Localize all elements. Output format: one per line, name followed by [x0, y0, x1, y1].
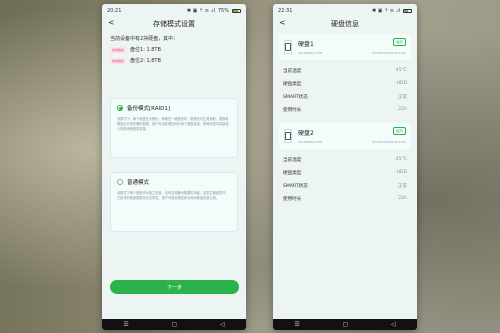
info-value: 22h	[398, 107, 407, 112]
disk-slot-1: 未初始化 盘位1: 1.8TB	[102, 46, 246, 53]
info-row: 硬盘类型 HDD	[273, 166, 417, 179]
disk-card-2: 硬盘2 S9L3M6BL1.8TB ST2000VN004-2E4164 运行	[279, 123, 411, 149]
status-icons: ✱ ▣ ⇡ ≋ .ıl	[371, 7, 400, 14]
info-label: 当前温度	[283, 68, 302, 74]
title-bar: < 存储模式设置	[102, 17, 246, 31]
mode-description: 该模式下两个硬盘作为独立的盘，没有互相备份数据的功能，如发生硬盘损坏，已损坏的硬…	[117, 191, 229, 200]
battery-percent: 75%	[217, 7, 229, 14]
status-time: 22:31	[278, 7, 293, 14]
info-label: 硬盘类型	[283, 170, 302, 176]
info-row: 当前温度 45°C	[273, 153, 417, 166]
back-arrow-icon[interactable]: <	[108, 18, 115, 27]
home-icon[interactable]: ▢	[343, 321, 349, 328]
info-row: 当前温度 45°C	[273, 64, 417, 77]
radio-selected-icon[interactable]	[117, 105, 123, 111]
background	[0, 0, 500, 333]
disk-serial: S9L3M6BL1.8TB	[298, 51, 323, 55]
disk-2-details: 当前温度 45°C 硬盘类型 HDD SMART状态 正常 使用时长 22h	[273, 153, 417, 205]
battery-icon	[232, 8, 241, 13]
info-label: 当前温度	[283, 157, 302, 163]
info-value: 45°C	[395, 157, 407, 162]
disk-slot-2: 未初始化 盘位2: 1.8TB	[102, 57, 246, 64]
home-icon[interactable]: ▢	[172, 321, 178, 328]
disk-name: 硬盘1	[298, 41, 314, 48]
system-nav-bar: ☰ ▢ ◁	[102, 319, 246, 330]
info-label: SMART状态	[283, 94, 308, 100]
status-badge: 运行	[393, 127, 406, 135]
disk-info-screen: 22:31 ✱ ▣ ⇡ ≋ .ıl < 硬盘信息 硬盘1 S9L3M6BL1.8…	[273, 4, 417, 330]
disk-serial: S9L3M6BL1.8TB	[298, 140, 323, 144]
info-row: SMART状态 正常	[273, 179, 417, 192]
info-label: 硬盘类型	[283, 81, 302, 87]
menu-icon[interactable]: ☰	[123, 321, 128, 328]
menu-icon[interactable]: ☰	[294, 321, 299, 328]
info-value: 正常	[397, 94, 407, 100]
mode-description: 该模式下，两个硬盘互为备份，即使任一硬盘损坏，数据仍可正常读取，更换新硬盘后可恢…	[117, 117, 229, 131]
status-badge: 运行	[393, 38, 406, 46]
disk-intro-text: 当前设备中有2块硬盘，其中：	[110, 36, 179, 42]
back-icon[interactable]: ◁	[220, 321, 225, 328]
disk-1-details: 当前温度 45°C 硬盘类型 HDD SMART状态 正常 使用时长 22h	[273, 64, 417, 116]
info-label: SMART状态	[283, 183, 308, 189]
info-value: 22h	[398, 196, 407, 201]
status-bar: 20:21 ✱ ▣ ⇡ ≋ .ıl 75%	[102, 4, 246, 17]
info-label: 使用时长	[283, 196, 302, 202]
hard-disk-icon	[284, 129, 292, 143]
storage-mode-screen: 20:21 ✱ ▣ ⇡ ≋ .ıl 75% < 存储模式设置 当前设备中有2块硬…	[102, 4, 246, 330]
page-title: 存储模式设置	[153, 20, 195, 28]
info-value: HDD	[396, 170, 407, 175]
system-nav-bar: ☰ ▢ ◁	[273, 319, 417, 330]
status-time: 20:21	[107, 7, 122, 14]
hard-disk-icon	[284, 40, 292, 54]
status-icons: ✱ ▣ ⇡ ≋ .ıl	[186, 7, 215, 14]
info-row: 使用时长 22h	[273, 103, 417, 116]
mode-label: 普通模式	[127, 180, 150, 186]
page-title: 硬盘信息	[331, 20, 359, 28]
next-step-button[interactable]: 下一步	[110, 280, 239, 294]
title-bar: < 硬盘信息	[273, 17, 417, 31]
radio-unselected-icon[interactable]	[117, 179, 123, 185]
info-row: SMART状态 正常	[273, 90, 417, 103]
disk-slot-label: 盘位1: 1.8TB	[130, 47, 161, 53]
backup-mode-option[interactable]: 备份模式[RAID1] 该模式下，两个硬盘互为备份，即使任一硬盘损坏，数据仍可正…	[110, 98, 238, 158]
disk-model: ST2000VN004-2E4164	[372, 140, 406, 144]
battery-icon	[403, 8, 412, 13]
disk-card-1: 硬盘1 S9L3M6BL1.8TB ST2000VN004-2E4164 运行	[279, 34, 411, 60]
normal-mode-option[interactable]: 普通模式 该模式下两个硬盘作为独立的盘，没有互相备份数据的功能，如发生硬盘损坏，…	[110, 172, 238, 232]
info-value: 正常	[397, 183, 407, 189]
info-row: 硬盘类型 HDD	[273, 77, 417, 90]
uninitialized-badge: 未初始化	[110, 46, 127, 53]
disk-slot-label: 盘位2: 1.8TB	[130, 58, 161, 64]
info-label: 使用时长	[283, 107, 302, 113]
disk-model: ST2000VN004-2E4164	[372, 51, 406, 55]
info-value: HDD	[396, 81, 407, 86]
disk-name: 硬盘2	[298, 130, 314, 137]
status-bar: 22:31 ✱ ▣ ⇡ ≋ .ıl	[273, 4, 417, 17]
mode-label: 备份模式[RAID1]	[127, 106, 171, 112]
info-row: 使用时长 22h	[273, 192, 417, 205]
back-icon[interactable]: ◁	[391, 321, 396, 328]
info-value: 45°C	[395, 68, 407, 73]
uninitialized-badge: 未初始化	[110, 57, 127, 64]
back-arrow-icon[interactable]: <	[279, 18, 286, 27]
